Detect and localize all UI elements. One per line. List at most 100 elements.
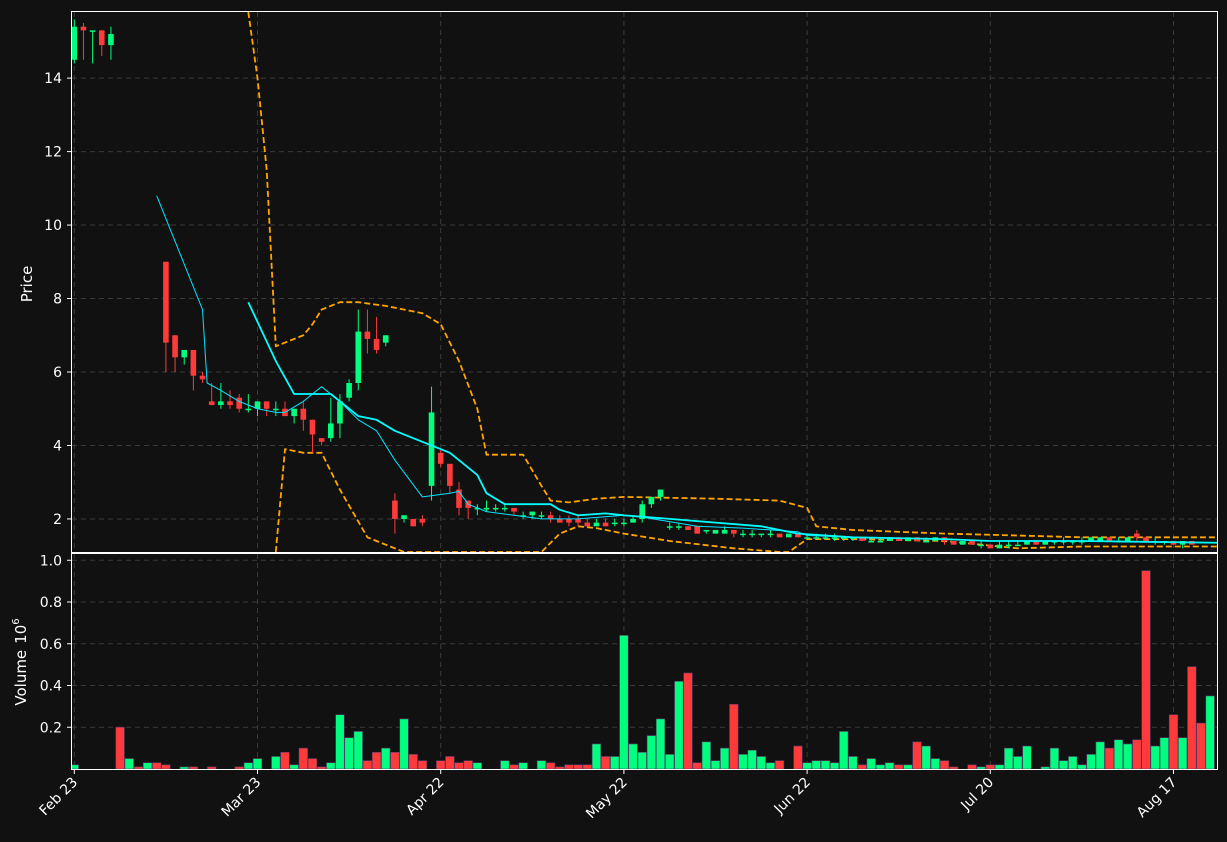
candle-body: [355, 331, 362, 384]
volume-panel: 0.2 0.4 0.6 0.8 1.0 Volume 106: [11, 553, 1217, 769]
volume-bar: [564, 764, 574, 769]
volume-bar: [1004, 747, 1014, 769]
candle: [172, 335, 178, 372]
candle-body: [1106, 537, 1113, 541]
volume-bar: [939, 760, 950, 769]
candle: [245, 394, 252, 413]
candle: [566, 515, 572, 527]
volume-bar: [1077, 764, 1087, 769]
candle: [978, 540, 984, 549]
volume-bar: [674, 681, 684, 769]
volume-bar: [976, 766, 986, 769]
volume-bar-series: [72, 570, 1215, 769]
volume-bar: [591, 743, 602, 769]
candle: [520, 511, 526, 519]
candle: [611, 518, 618, 527]
candle: [602, 518, 609, 527]
volume-bar: [353, 731, 363, 769]
volume-bar: [362, 760, 373, 769]
volume-bar: [518, 762, 528, 769]
volume-bar: [1205, 695, 1215, 769]
volume-bar: [326, 762, 336, 769]
candle-body: [456, 489, 462, 508]
volume-bar: [894, 764, 904, 769]
volume-bar: [252, 758, 263, 769]
candle: [776, 533, 783, 538]
volume-bar: [1196, 722, 1206, 769]
moving-averages: [156, 195, 1217, 544]
candle: [108, 26, 114, 60]
volume-bar: [280, 752, 290, 769]
candle: [703, 529, 710, 534]
candle: [648, 496, 655, 508]
price-tick-label: 8: [53, 292, 62, 308]
candle-body: [502, 507, 508, 510]
candle-body: [172, 335, 178, 358]
volume-bar: [417, 760, 427, 769]
candle: [547, 511, 554, 523]
candle: [758, 533, 765, 538]
candle-body: [1014, 544, 1021, 547]
volume-label-text: Volume: [12, 650, 30, 706]
candle-body: [1143, 537, 1149, 541]
candle-body: [978, 544, 984, 547]
candle-body: [98, 30, 105, 46]
volume-bar: [619, 635, 629, 769]
candle-body: [666, 526, 673, 528]
candle-body: [712, 529, 719, 534]
volume-tick-label: 1.0: [40, 553, 62, 569]
volume-bar: [738, 754, 748, 769]
volume-bar: [1040, 766, 1050, 769]
volume-bar: [234, 766, 244, 769]
x-tick-label: Jul 20: [957, 775, 997, 815]
volume-bar: [472, 762, 482, 769]
candle: [263, 401, 270, 417]
candle: [419, 515, 426, 527]
candle: [621, 518, 627, 527]
volume-bar: [967, 764, 977, 769]
candle-body: [923, 540, 929, 543]
candle-body: [208, 401, 215, 406]
volume-bar: [454, 762, 464, 769]
candle: [767, 529, 774, 538]
volume-bar: [775, 760, 785, 769]
candle: [1152, 537, 1158, 545]
candle: [355, 309, 362, 391]
volume-bar: [600, 756, 611, 769]
candle-body: [740, 533, 746, 536]
candle: [273, 401, 279, 417]
volume-bar: [729, 703, 739, 769]
candle-body: [767, 533, 774, 536]
volume-bar: [536, 760, 547, 769]
volume-grid: [72, 554, 1217, 769]
candle: [364, 309, 371, 354]
volume-bar: [628, 743, 638, 769]
price-grid: [72, 12, 1217, 552]
candle-body: [309, 419, 316, 435]
candle-body: [89, 30, 96, 32]
candle-body: [950, 540, 957, 545]
candle: [474, 504, 481, 516]
volume-bar: [408, 754, 418, 769]
candle-body: [300, 408, 307, 420]
price-tick-label: 2: [53, 512, 62, 528]
price-tick-label: 10: [44, 218, 62, 234]
candle-body: [392, 500, 398, 519]
x-tick-label: Mar 23: [219, 775, 265, 821]
candle: [950, 540, 957, 545]
volume-bar: [371, 752, 382, 769]
candle-body: [749, 533, 755, 536]
candle-body: [410, 518, 417, 527]
candle-body: [868, 540, 875, 543]
candle-body: [648, 496, 655, 505]
volume-multiplier: 10: [12, 625, 30, 644]
volume-y-axis-label: Volume 106: [11, 618, 30, 705]
candle: [318, 438, 325, 446]
volume-bar: [1068, 756, 1078, 769]
candle-body: [163, 261, 169, 343]
candle: [666, 522, 673, 530]
candle-body: [181, 349, 188, 358]
candle: [181, 349, 188, 365]
volume-tick-label: 0.6: [40, 637, 62, 653]
candle: [584, 518, 591, 527]
